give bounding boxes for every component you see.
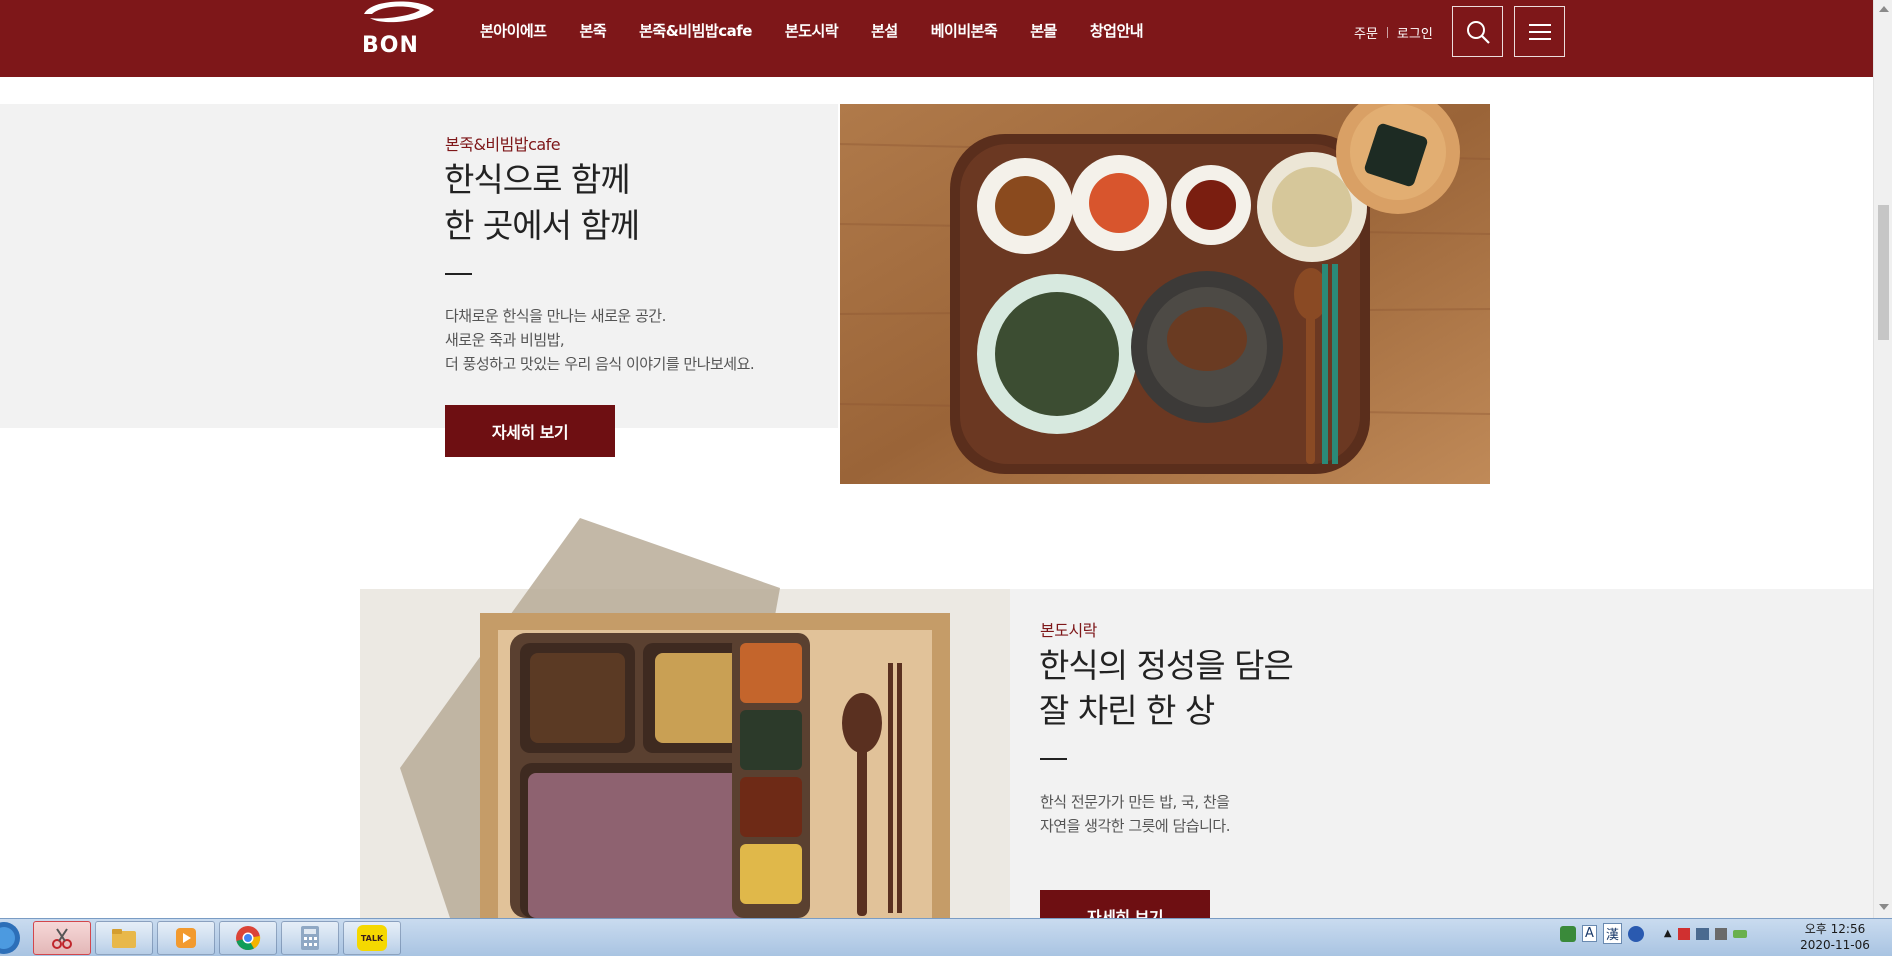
taskbar-clock[interactable]: 오후 12:56 2020-11-06 <box>1790 921 1880 953</box>
cafe-eyebrow: 본죽&비빔밥cafe <box>445 135 561 154</box>
cafe-headline-line1: 한식으로 함께 <box>444 160 631 199</box>
nav-item-bon-mall[interactable]: 본몰 <box>1030 20 1057 41</box>
ime-hanja-indicator[interactable]: 漢 <box>1602 923 1622 944</box>
windows-taskbar: TALK A 漢 ▲ 오후 12:56 2020-11-06 <box>0 918 1892 956</box>
site-header: BON 본아이에프 본죽 본죽&비빔밥cafe 본도시락 본설 베이비본죽 본몰… <box>0 0 1873 77</box>
scrollbar-thumb[interactable] <box>1878 205 1889 340</box>
nav-item-franchise-info[interactable]: 창업안내 <box>1090 20 1144 41</box>
calculator-icon <box>301 926 319 950</box>
kakaotalk-label: TALK <box>360 933 384 943</box>
volume-muted-icon[interactable] <box>1714 927 1727 940</box>
dosirak-headline-line2: 잘 차린 한 상 <box>1039 691 1215 730</box>
taskbar-calculator[interactable] <box>281 921 339 955</box>
dosirak-desc-line1: 한식 전문가가 만든 밥, 국, 찬을 <box>1040 793 1230 811</box>
cafe-headline-line2: 한 곳에서 함께 <box>444 206 640 245</box>
dosirak-meal-photo <box>360 518 1010 918</box>
clock-date: 2020-11-06 <box>1800 938 1870 952</box>
cafe-desc-line3: 더 풍성하고 맛있는 우리 음식 이야기를 만나보세요. <box>445 355 755 373</box>
nav-item-bon-dosirak[interactable]: 본도시락 <box>785 20 839 41</box>
cafe-section-background <box>0 104 838 428</box>
search-icon <box>1466 20 1490 44</box>
system-tray: A 漢 ▲ <box>1560 923 1747 944</box>
dosirak-headline-line1: 한식의 정성을 담은 <box>1039 646 1294 685</box>
power-icon[interactable] <box>1732 929 1747 938</box>
scissors-icon <box>52 928 72 949</box>
ime-mode-icon[interactable] <box>1560 925 1576 942</box>
login-link[interactable]: 로그인 <box>1397 23 1433 42</box>
cafe-meal-photo <box>840 104 1490 484</box>
taskbar-file-explorer[interactable] <box>95 921 153 955</box>
taskbar-media-player[interactable] <box>157 921 215 955</box>
nav-item-bonseol[interactable]: 본설 <box>871 20 898 41</box>
cafe-divider <box>445 273 472 275</box>
start-orb-icon[interactable] <box>0 921 22 955</box>
chrome-icon <box>236 926 261 951</box>
nav-item-baby-bonjuk[interactable]: 베이비본죽 <box>931 20 998 41</box>
dosirak-more-button[interactable]: 자세히 보기 <box>1040 890 1210 918</box>
hamburger-menu-icon <box>1528 23 1551 40</box>
flag-action-center-icon[interactable] <box>1677 927 1690 940</box>
browser-viewport: BON 본아이에프 본죽 본죽&비빔밥cafe 본도시락 본설 베이비본죽 본몰… <box>0 0 1873 918</box>
dosirak-divider <box>1040 758 1067 760</box>
taskbar-kakaotalk[interactable]: TALK <box>343 921 401 955</box>
folder-icon <box>112 929 136 948</box>
main-navigation: 본아이에프 본죽 본죽&비빔밥cafe 본도시락 본설 베이비본죽 본몰 창업안… <box>480 20 1176 41</box>
dosirak-eyebrow: 본도시락 <box>1040 621 1097 640</box>
kakaotalk-icon: TALK <box>357 925 387 951</box>
scroll-down-arrow-icon[interactable] <box>1879 904 1889 910</box>
vertical-scrollbar[interactable] <box>1873 0 1892 918</box>
media-player-icon <box>176 928 196 948</box>
nav-item-bon-if[interactable]: 본아이에프 <box>480 20 547 41</box>
search-button[interactable] <box>1452 6 1503 57</box>
menu-button[interactable] <box>1514 6 1565 57</box>
order-link[interactable]: 주문 <box>1354 23 1378 42</box>
taskbar-snipping-tool[interactable] <box>33 921 91 955</box>
dosirak-desc-line2: 자연을 생각한 그릇에 담습니다. <box>1040 817 1230 835</box>
cafe-desc-line2: 새로운 죽과 비빔밥, <box>445 331 565 349</box>
clock-time: 오후 12:56 <box>1804 922 1866 936</box>
network-icon[interactable] <box>1695 927 1709 940</box>
nav-item-bonjuk-bibimbap-cafe[interactable]: 본죽&비빔밥cafe <box>639 20 752 41</box>
show-hidden-icons-icon[interactable]: ▲ <box>1664 928 1672 939</box>
ime-alpha-indicator[interactable]: A <box>1582 925 1597 942</box>
nav-item-bonjuk[interactable]: 본죽 <box>580 20 607 41</box>
cafe-more-button[interactable]: 자세히 보기 <box>445 405 615 457</box>
utility-links: 주문 로그인 <box>1354 23 1433 42</box>
help-icon[interactable] <box>1627 925 1644 942</box>
util-divider <box>1386 27 1388 38</box>
cafe-desc-line1: 다채로운 한식을 만나는 새로운 공간. <box>445 307 666 325</box>
ime-options-icon[interactable] <box>1650 926 1658 942</box>
scroll-up-arrow-icon[interactable] <box>1879 6 1889 12</box>
logo-text[interactable]: BON <box>362 33 419 58</box>
taskbar-chrome[interactable] <box>219 921 277 955</box>
